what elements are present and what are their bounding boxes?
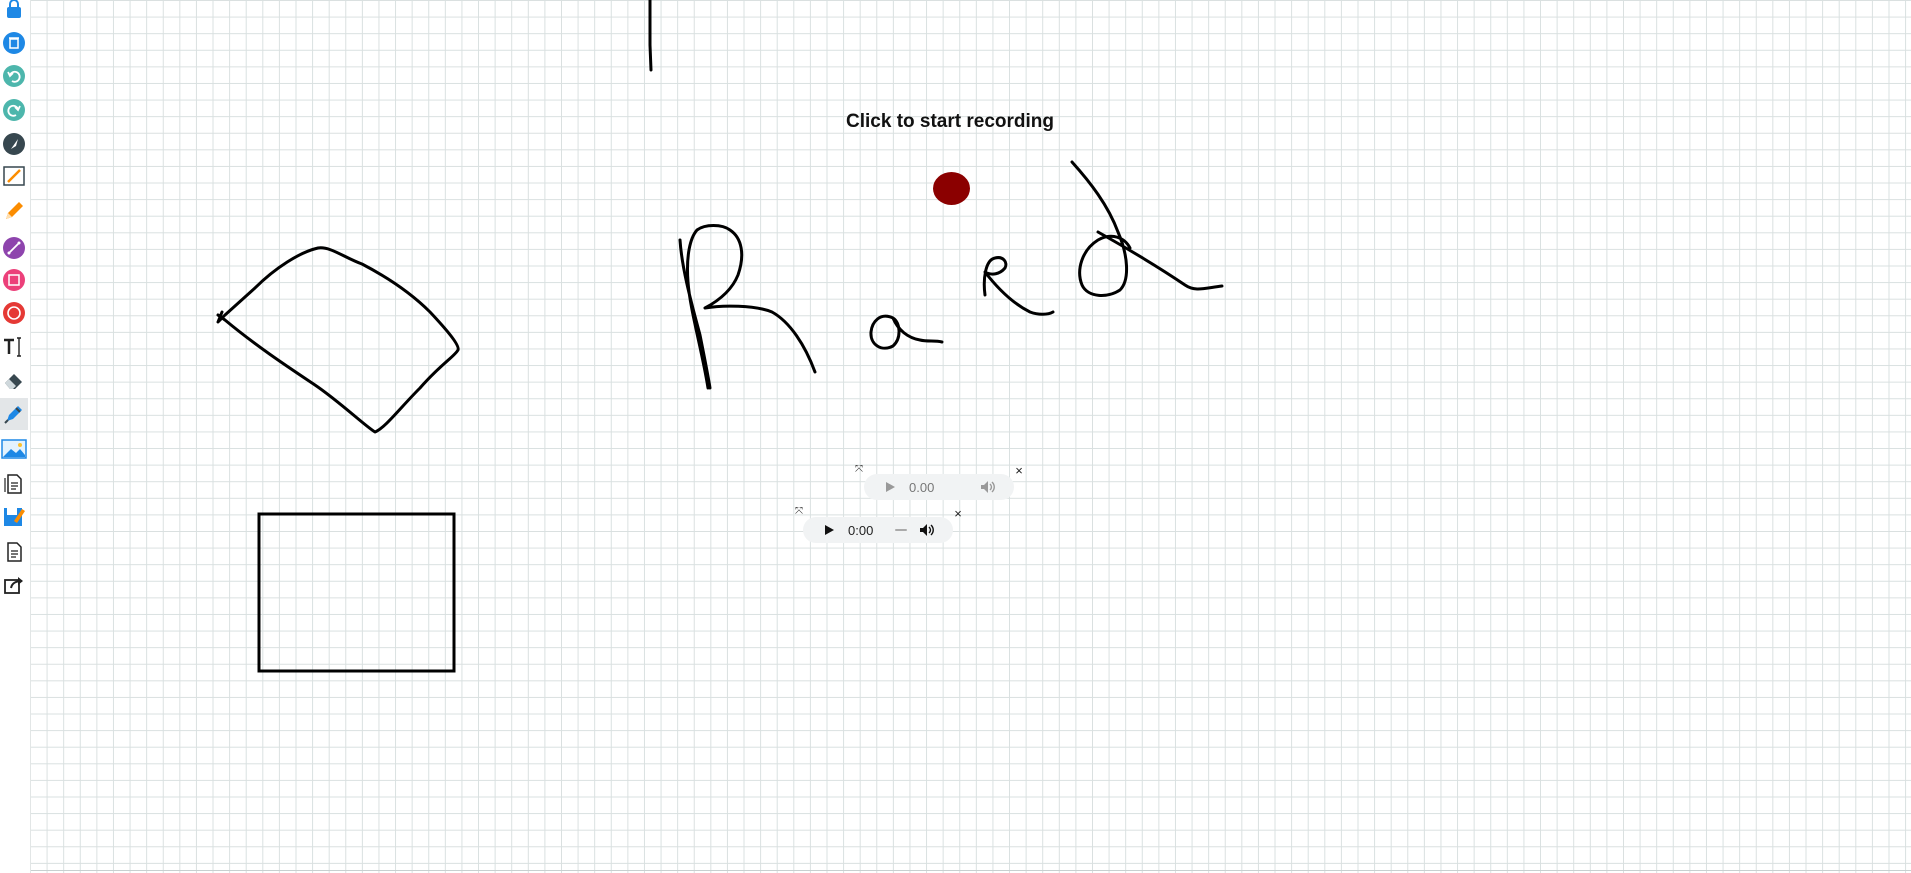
share-icon — [4, 577, 23, 594]
rectangle-button[interactable] — [0, 265, 28, 295]
circle-button[interactable] — [0, 298, 28, 328]
pencil-button[interactable] — [0, 196, 28, 226]
redo-icon — [3, 99, 25, 121]
lock-button[interactable] — [0, 0, 28, 24]
volume-icon[interactable] — [919, 523, 935, 537]
document-icon — [4, 474, 22, 494]
eraser-button[interactable] — [0, 365, 28, 395]
save-button[interactable] — [0, 502, 28, 532]
play-icon[interactable] — [823, 524, 835, 536]
undo-button[interactable] — [0, 61, 28, 91]
pen-button[interactable] — [0, 398, 28, 430]
recording-prompt[interactable]: Click to start recording — [810, 111, 1090, 133]
tool-palette — [0, 0, 31, 873]
share-button[interactable] — [0, 570, 28, 600]
redo-button[interactable] — [0, 95, 28, 125]
audio-player-2-close-button[interactable]: × — [953, 507, 963, 520]
text-icon — [4, 337, 21, 357]
trash-button[interactable] — [0, 28, 28, 58]
lock-icon — [7, 0, 21, 18]
document-button[interactable] — [0, 469, 28, 499]
pointer-icon — [3, 133, 25, 155]
audio-player-1-drag-handle[interactable]: ⤧ — [854, 465, 864, 475]
undo-icon — [3, 65, 25, 87]
record-button[interactable] — [933, 172, 970, 205]
eraser-icon — [5, 374, 22, 389]
select-button[interactable] — [0, 129, 28, 159]
ruler-pencil-icon — [3, 166, 25, 186]
circle-icon — [3, 302, 25, 324]
line-button[interactable] — [0, 233, 28, 263]
ruler-pencil-button[interactable] — [0, 161, 28, 191]
audio-player-2-drag-handle[interactable]: ⤧ — [794, 507, 804, 517]
image-icon — [1, 439, 27, 459]
audio-player-2-progress-bar[interactable] — [895, 529, 907, 531]
rectangle-icon — [3, 269, 25, 291]
text-button[interactable] — [0, 332, 28, 362]
canvas-bottom-border — [30, 870, 1911, 871]
page-button[interactable] — [0, 537, 28, 567]
play-icon[interactable] — [884, 481, 896, 493]
save-icon — [4, 508, 25, 526]
audio-player-2[interactable]: 0:00 — [803, 517, 953, 543]
audio-player-1[interactable]: 0.00 — [864, 474, 1014, 500]
pen-icon — [4, 406, 22, 424]
page-icon — [7, 542, 22, 562]
image-button[interactable] — [0, 434, 28, 464]
audio-player-1-time: 0.00 — [909, 480, 935, 495]
line-icon — [3, 237, 25, 259]
pencil-icon — [6, 202, 23, 219]
audio-player-1-close-button[interactable]: × — [1014, 464, 1024, 477]
audio-player-2-time: 0:00 — [848, 523, 874, 538]
trash-icon — [3, 32, 25, 54]
volume-icon[interactable] — [980, 480, 996, 494]
